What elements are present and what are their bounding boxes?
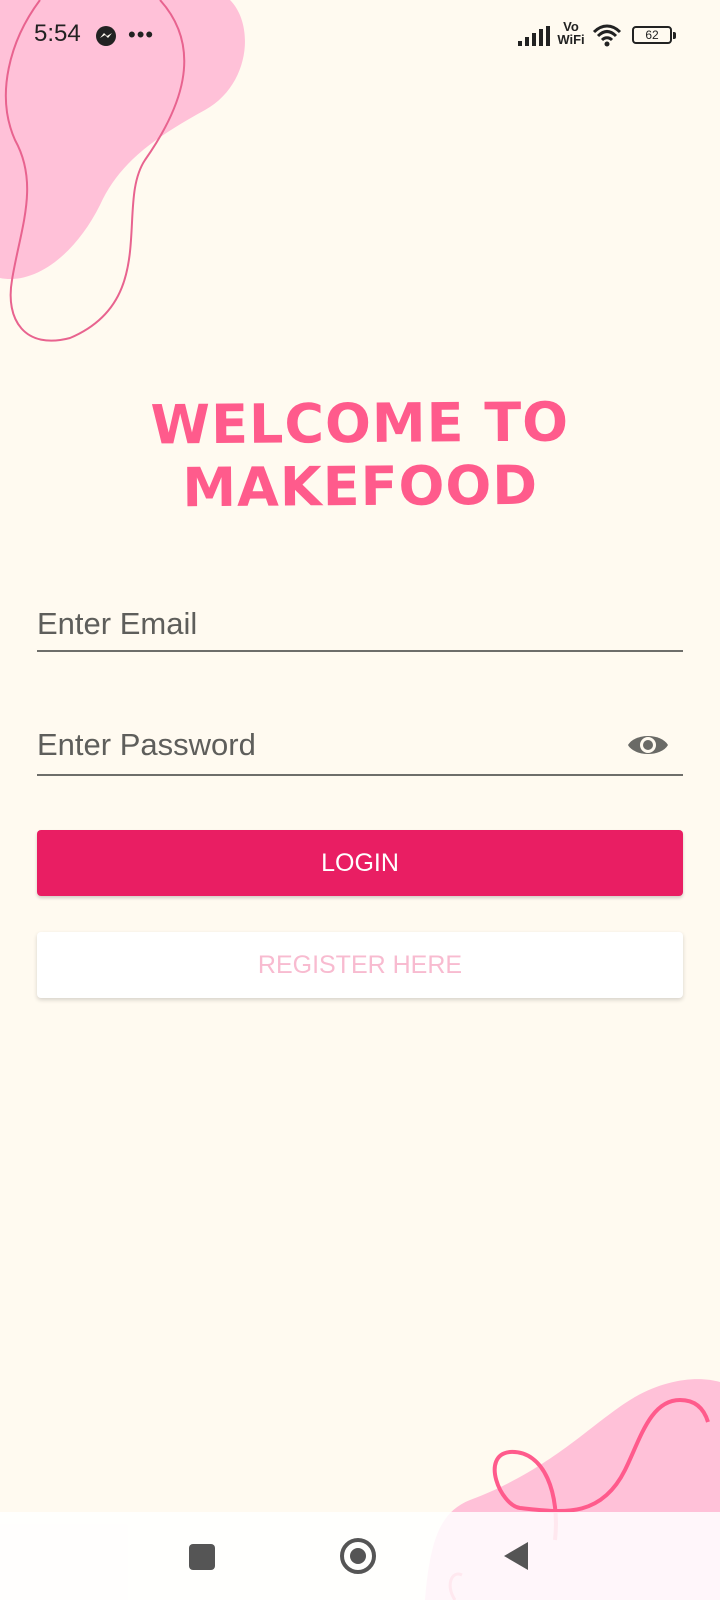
password-field[interactable] — [37, 718, 597, 772]
login-button[interactable]: LOGIN — [37, 830, 683, 896]
signal-icon — [518, 26, 550, 46]
status-bar: 5:54 ••• Vo WiFi 62 — [0, 0, 720, 72]
email-field[interactable] — [37, 600, 597, 648]
eye-icon[interactable] — [627, 730, 669, 760]
battery-tip — [673, 32, 676, 39]
battery-icon: 62 — [632, 26, 676, 44]
email-field-container — [37, 600, 683, 652]
welcome-title: WELCOME TO MAKEFOOD — [150, 390, 570, 520]
status-time: 5:54 — [34, 20, 81, 47]
password-field-container — [37, 718, 683, 776]
battery-level: 62 — [645, 28, 659, 42]
messenger-icon — [96, 26, 116, 46]
navigation-bar — [0, 1512, 720, 1600]
register-button[interactable]: REGISTER HERE — [37, 932, 683, 998]
home-circle-icon[interactable] — [339, 1537, 377, 1575]
more-dots-icon: ••• — [128, 22, 155, 47]
wifi-icon — [592, 24, 622, 47]
recent-apps-square-icon[interactable] — [188, 1543, 216, 1571]
vowifi-bottom: WiFi — [557, 32, 585, 47]
back-triangle-icon[interactable] — [502, 1540, 530, 1572]
vowifi-label: Vo WiFi — [556, 20, 586, 46]
